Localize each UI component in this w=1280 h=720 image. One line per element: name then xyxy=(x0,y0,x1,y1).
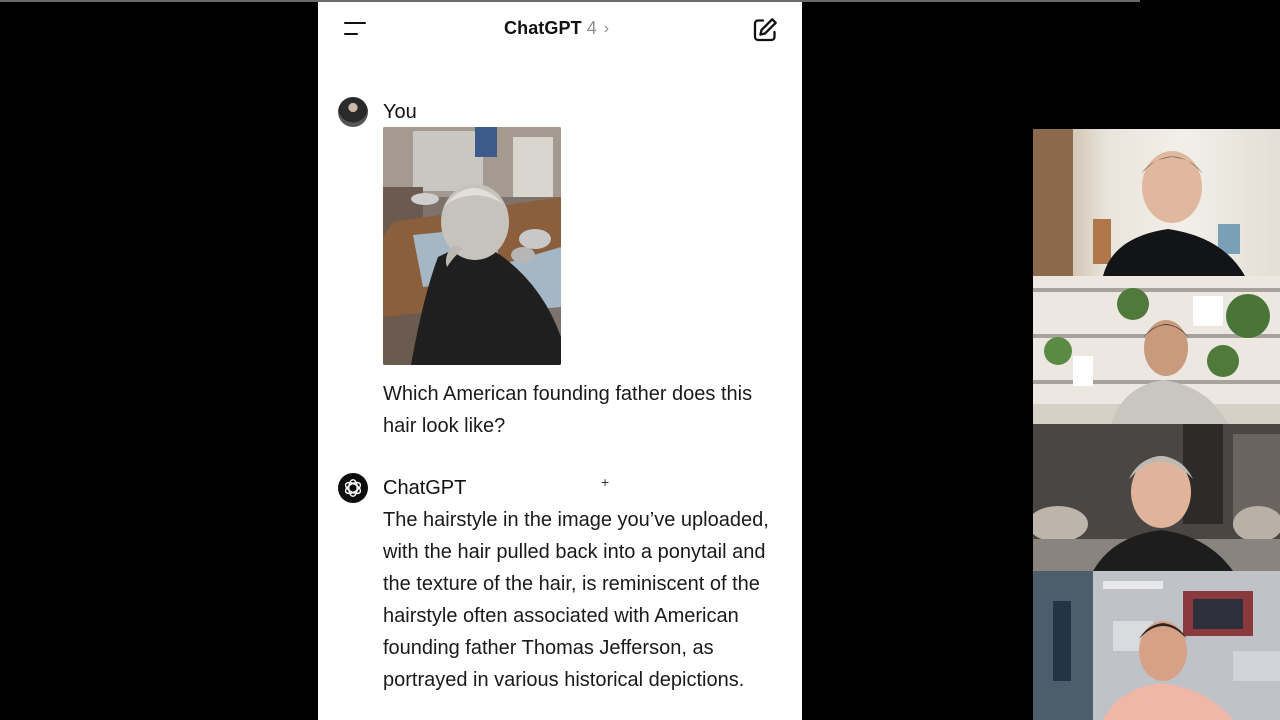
video-tile-participant-4[interactable] xyxy=(1033,571,1280,720)
video-tile-participant-1[interactable] xyxy=(1033,129,1280,276)
app-header: ChatGPT 4 › xyxy=(318,2,802,58)
model-selector[interactable]: ChatGPT 4 › xyxy=(504,18,609,39)
chevron-right-icon: › xyxy=(603,19,610,37)
uploaded-photo-illustration xyxy=(383,127,561,365)
participant-4-video xyxy=(1033,571,1280,720)
mouse-cursor: + xyxy=(601,474,610,490)
user-avatar xyxy=(338,97,368,127)
participant-1-video xyxy=(1033,129,1245,276)
user-message: Which American founding father does this… xyxy=(383,383,753,437)
chatgpt-avatar xyxy=(338,473,368,503)
video-tile-participant-2[interactable] xyxy=(1033,276,1280,424)
menu-button[interactable] xyxy=(342,18,368,40)
menu-icon xyxy=(344,22,366,24)
openai-logo-icon xyxy=(344,479,362,497)
video-tile-participant-3[interactable] xyxy=(1033,424,1280,571)
chatgpt-app-window: ChatGPT 4 › You Which American founding … xyxy=(318,2,802,720)
new-chat-button[interactable] xyxy=(751,16,779,44)
uploaded-photo[interactable] xyxy=(383,127,561,365)
assistant-sender-label: ChatGPT xyxy=(383,477,467,499)
app-title: ChatGPT xyxy=(504,18,582,38)
participant-3-video xyxy=(1033,424,1280,571)
participant-2-video xyxy=(1033,276,1280,424)
model-version: 4 xyxy=(586,18,597,38)
user-sender-label: You xyxy=(383,101,417,123)
new-chat-icon xyxy=(753,18,777,42)
assistant-message: The hairstyle in the image you’ve upload… xyxy=(383,509,769,691)
